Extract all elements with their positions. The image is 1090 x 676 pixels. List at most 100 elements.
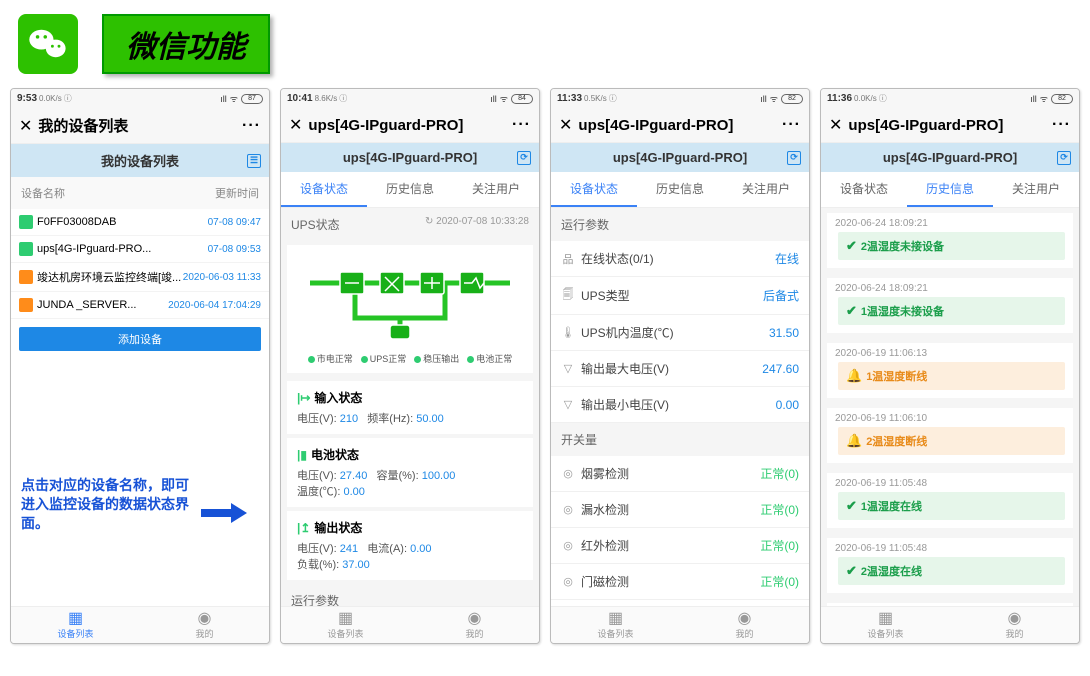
dot-icon (467, 356, 474, 363)
diagram-legend: 市电正常UPS正常稳压输出电池正常 (295, 348, 525, 365)
more-icon[interactable]: ··· (782, 116, 801, 134)
more-icon[interactable]: ··· (242, 117, 261, 135)
row-icon: ▽ (561, 362, 575, 375)
row-value: 后备式 (763, 287, 799, 304)
nav-mine[interactable]: ◉我的 (680, 607, 809, 643)
tab-status[interactable]: 设备状态 (821, 172, 907, 207)
hint-text: 点击对应的设备名称，即可进入监控设备的数据状态界面。 (21, 476, 191, 533)
device-row[interactable]: 竣达机房环境云监控终端[竣... 2020-06-03 11:33 (11, 263, 269, 292)
nav-mine[interactable]: ◉我的 (140, 607, 269, 643)
row-icon: ◎ (561, 539, 575, 552)
tab-status[interactable]: 设备状态 (551, 172, 637, 207)
device-time: 2020-06-04 17:04:29 (168, 300, 261, 311)
tab-history[interactable]: 历史信息 (907, 172, 993, 207)
device-list-header: 设备名称 更新时间 (11, 177, 269, 209)
row-icon: 品 (561, 251, 575, 267)
more-icon[interactable]: ··· (1052, 116, 1071, 134)
banner: 微信功能 (0, 0, 1090, 88)
filter-icon[interactable]: ☰ (247, 154, 261, 168)
switch-header: 开关量 (551, 423, 809, 456)
param-row: ◎红外检测正常(0) (551, 528, 809, 564)
tab-follow[interactable]: 关注用户 (993, 172, 1079, 207)
row-value: 正常(0) (760, 537, 799, 554)
device-row[interactable]: ups[4G-IPguard-PRO... 07-08 09:53 (11, 236, 269, 263)
history-item[interactable]: 2020-06-24 18:09:21 ✔2温湿度未接设备 (827, 213, 1073, 268)
history-time: 2020-06-19 11:05:48 (827, 538, 1073, 557)
history-text: 2温湿度在线 (861, 563, 922, 579)
history-item[interactable]: 2020-06-24 18:09:21 ✔1温湿度未接设备 (827, 278, 1073, 333)
device-name: F0FF03008DAB (37, 216, 208, 228)
row-icon: 🌡 (561, 326, 575, 339)
history-item[interactable]: 2020-06-19 11:06:13 🔔1温湿度断线 (827, 343, 1073, 398)
row-value: 247.60 (762, 362, 799, 376)
row-icon: 🗐 (561, 286, 575, 305)
row-label: 在线状态(0/1) (581, 250, 654, 267)
row-value: 正常(0) (760, 501, 799, 518)
device-row[interactable]: F0FF03008DAB 07-08 09:47 (11, 209, 269, 236)
add-device-button[interactable]: 添加设备 (19, 327, 261, 351)
check-icon: ✔ (846, 498, 857, 514)
params-content: 运行参数 品在线状态(0/1)在线🗐UPS类型后备式🌡UPS机内温度(℃)31.… (551, 208, 809, 606)
device-row[interactable]: JUNDA _SERVER... 2020-06-04 17:04:29 (11, 292, 269, 319)
status-card: |↥ 输出状态电压(V): 241 电流(A): 0.00负载(%): 37.0… (287, 511, 533, 580)
history-text: 2温湿度断线 (866, 433, 927, 449)
signal-icon: ıll (220, 94, 227, 104)
card-title: 电池状态 (311, 446, 359, 463)
device-banner: ups[4G-IPguard-PRO]⟳ (281, 143, 539, 172)
row-icon: ◎ (561, 467, 575, 480)
history-item[interactable]: 2020-06-19 11:05:48 ✔2温湿度在线 (827, 538, 1073, 593)
dot-icon (414, 356, 421, 363)
banner-title-box: 微信功能 (102, 14, 270, 74)
history-content: 2020-06-24 18:09:21 ✔2温湿度未接设备 2020-06-24 … (821, 208, 1079, 606)
row-label: 门磁检测 (581, 573, 629, 590)
bottom-nav: ▦设备列表 ◉我的 (821, 606, 1079, 643)
history-text: 1温湿度在线 (861, 498, 922, 514)
bottom-nav: ▦设备列表 ◉我的 (551, 606, 809, 643)
tabs: 设备状态 历史信息 关注用户 (821, 172, 1079, 208)
refresh-icon[interactable]: ⟳ (1057, 151, 1071, 165)
app-header: ✕ 我的设备列表 ··· (11, 108, 269, 144)
row-label: UPS机内温度(℃) (581, 324, 674, 341)
sub-header: 我的设备列表 ☰ (11, 144, 269, 177)
param-row: 🗐UPS类型后备式 (551, 277, 809, 315)
app-header: ✕ ups[4G-IPguard-PRO] ··· (821, 108, 1079, 143)
close-icon[interactable]: ✕ (289, 115, 302, 135)
row-value: 0.00 (776, 398, 799, 412)
ups-diagram: 市电正常UPS正常稳压输出电池正常 (287, 245, 533, 373)
battery-icon: 87 (241, 94, 263, 104)
status-card: |↦ 输入状态电压(V): 210 频率(Hz): 50.00 (287, 381, 533, 434)
tab-follow[interactable]: 关注用户 (723, 172, 809, 207)
history-item[interactable]: 2020-06-19 11:05:48 ✔1温湿度在线 (827, 473, 1073, 528)
tab-history[interactable]: 历史信息 (367, 172, 453, 207)
refresh-icon[interactable]: ⟳ (787, 151, 801, 165)
status-bar: 11:360.0K/sⓘ ıllᯤ82 (821, 89, 1079, 108)
nav-mine[interactable]: ◉我的 (950, 607, 1079, 643)
card-title: 输入状态 (314, 389, 362, 406)
refresh-time: ↻ 2020-07-08 10:33:28 (425, 216, 529, 233)
phone-row: 9:530.0K/sⓘ ıllᯤ87 ✕ 我的设备列表 ··· 我的设备列表 ☰… (0, 88, 1090, 644)
row-label: 烟雾检测 (581, 465, 629, 482)
tab-follow[interactable]: 关注用户 (453, 172, 539, 207)
close-icon[interactable]: ✕ (559, 115, 572, 135)
tab-history[interactable]: 历史信息 (637, 172, 723, 207)
nav-mine[interactable]: ◉我的 (410, 607, 539, 643)
tab-status[interactable]: 设备状态 (281, 172, 367, 207)
status-dot-icon (19, 242, 33, 256)
phone-2: 10:418.6K/sⓘ ıllᯤ84 ✕ ups[4G-IPguard-PRO… (280, 88, 540, 644)
history-item[interactable]: 2020-06-19 11:06:10 🔔2温湿度断线 (827, 408, 1073, 463)
more-icon[interactable]: ··· (512, 116, 531, 134)
close-icon[interactable]: ✕ (829, 115, 842, 135)
nav-devices[interactable]: ▦设备列表 (551, 607, 680, 643)
status-bar: 11:330.5K/sⓘ ıllᯤ82 (551, 89, 809, 108)
bell-icon: 🔔 (846, 368, 862, 384)
banner-title: 微信功能 (126, 31, 246, 64)
nav-devices[interactable]: ▦设备列表 (11, 607, 140, 643)
close-icon[interactable]: ✕ (19, 116, 32, 136)
nav-devices[interactable]: ▦设备列表 (821, 607, 950, 643)
refresh-icon[interactable]: ⟳ (517, 151, 531, 165)
dot-icon (308, 356, 315, 363)
status-time: 9:53 (17, 93, 37, 104)
row-icon: ◎ (561, 575, 575, 588)
app-header: ✕ ups[4G-IPguard-PRO] ··· (551, 108, 809, 143)
nav-devices[interactable]: ▦设备列表 (281, 607, 410, 643)
